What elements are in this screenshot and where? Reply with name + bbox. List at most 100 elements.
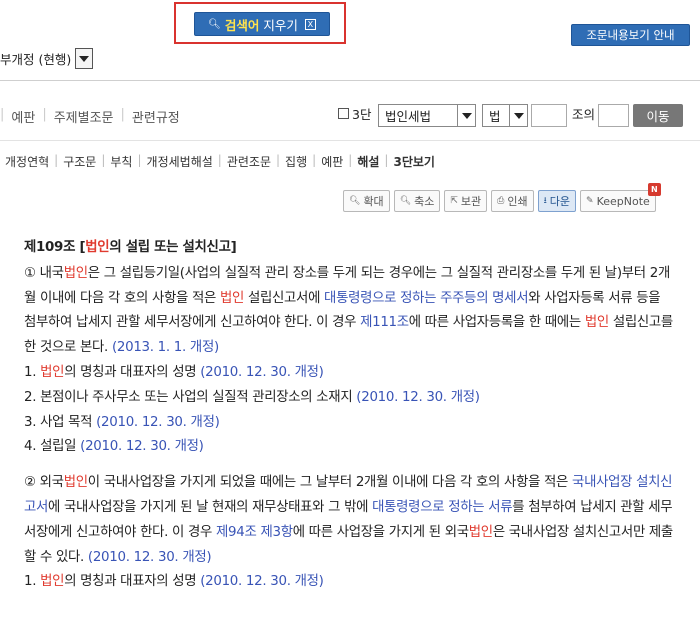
reference-link[interactable]: 제94조 제3항: [216, 525, 293, 540]
three-column-toggle[interactable]: 3단: [338, 104, 371, 123]
reference-link[interactable]: 제111조: [360, 315, 409, 330]
chevron-down-icon: [457, 105, 475, 126]
amendment-link[interactable]: (2010. 12. 30. 개정): [356, 390, 480, 405]
amendment-link[interactable]: (2010. 12. 30. 개정): [88, 550, 212, 565]
text: 의 명칭과 대표자의 성명: [64, 364, 201, 380]
text: 4. 설립일: [24, 439, 81, 455]
search-highlight: 법인: [40, 364, 65, 380]
tab-topic-articles[interactable]: 주제별조문: [47, 107, 121, 126]
divider: [0, 140, 700, 141]
search-highlight: 법인: [584, 315, 609, 331]
law-select-value: 법인세법: [385, 109, 432, 124]
zoom-out-label: 축소: [414, 195, 435, 208]
go-button[interactable]: 이동: [633, 104, 683, 127]
text: 이 국내사업장을 가지게 되었을 때에는 그 날부터 2개월 이내에 다음 각 …: [87, 475, 573, 491]
download-icon: ⭳: [543, 196, 547, 206]
text: 에 국내사업장을 가지게 된 날 현재의 재무상태표와 그 밖에: [48, 499, 373, 515]
close-icon: X: [304, 18, 316, 30]
subtab-three-column-view[interactable]: 3단보기: [388, 153, 439, 170]
zoom-in-button[interactable]: 🔍︎ 확대: [343, 190, 390, 212]
print-button[interactable]: ⎙ 인쇄: [491, 190, 534, 212]
search-highlight: 법인: [468, 524, 493, 540]
article-number-input[interactable]: [531, 104, 567, 127]
divider: [0, 80, 700, 81]
download-button[interactable]: ⭳ 다운: [537, 190, 577, 212]
text: 에 따른 사업장을 가지게 된 외국: [292, 524, 469, 540]
article-title-suffix: 의 설립 또는 설치신고]: [109, 240, 237, 255]
sub-tabs: 개정연혁 | 구조문 | 부칙 | 개정세법해설 | 관련조문 | 집행 | 예…: [0, 153, 440, 170]
save-button[interactable]: ⇱ 보관: [444, 190, 488, 212]
subtab-commentary[interactable]: 해설: [352, 153, 384, 170]
clear-search-button[interactable]: 🔍︎ 검색어 지우기 X: [194, 12, 330, 36]
law-type-select-value: 법: [489, 109, 501, 124]
text: 1.: [24, 364, 41, 380]
chevron-down-icon[interactable]: [75, 48, 94, 69]
save-label: 보관: [460, 195, 482, 208]
tab-precedents[interactable]: 예판: [4, 107, 42, 126]
search-icon: 🔍︎: [208, 18, 221, 30]
new-badge: N: [647, 183, 661, 196]
amendment-link[interactable]: (2010. 12. 30. 개정): [200, 574, 324, 589]
law-type-select[interactable]: 법: [482, 104, 528, 127]
print-icon: ⎙: [497, 196, 505, 206]
list-item: 1. 법인의 명칭과 대표자의 성명 (2010. 12. 30. 개정): [24, 570, 674, 595]
search-highlight: 법인: [63, 265, 88, 281]
pencil-icon: ✎: [586, 196, 594, 206]
text: 에 따른 사업자등록을 한 때에는: [408, 315, 585, 331]
view-article-guide-button[interactable]: 조문내용보기 안내: [571, 24, 690, 46]
chevron-down-icon: [509, 105, 527, 126]
article-suffix-label: 조의: [572, 107, 596, 122]
print-label: 인쇄: [507, 195, 528, 208]
zoom-out-icon: 🔍︎: [399, 196, 412, 206]
article-item-list-1: 1. 법인의 명칭과 대표자의 성명 (2010. 12. 30. 개정) 2.…: [24, 361, 674, 460]
keepnote-button[interactable]: ✎ KeepNote N: [580, 183, 661, 212]
search-clear-highlight-box: 🔍︎ 검색어 지우기 X: [174, 2, 346, 44]
amendment-link[interactable]: (2013. 1. 1. 개정): [112, 340, 219, 355]
article-title-prefix: 제109조 [: [24, 240, 86, 255]
list-item: 2. 본점이나 주사무소 또는 사업의 실질적 관리장소의 소재지 (2010.…: [24, 386, 674, 411]
subtab-revision-history[interactable]: 개정연혁: [0, 153, 54, 170]
article-toolbar: 🔍︎ 확대 🔍︎ 축소 ⇱ 보관 ⎙ 인쇄 ⭳ 다운 ✎ KeepNote N: [343, 183, 661, 212]
article-sub-number-input[interactable]: [598, 104, 629, 127]
nav-tabs: | 예판 | 주제별조문 | 관련규정: [0, 107, 187, 126]
zoom-out-button[interactable]: 🔍︎ 축소: [393, 190, 441, 212]
subtab-tax-law-commentary[interactable]: 개정세법해설: [142, 153, 218, 170]
revision-select[interactable]: 부개정 (현행): [0, 47, 94, 70]
article-paragraph-1: ① 내국법인은 그 설립등기일(사업의 실질적 관리 장소를 두게 되는 경우에…: [24, 262, 674, 361]
amendment-link[interactable]: (2010. 12. 30. 개정): [96, 415, 220, 430]
clear-search-label: 지우기: [263, 17, 298, 33]
clear-search-keyword: 검색어: [224, 17, 260, 33]
text: 설립신고서에: [244, 290, 325, 306]
three-column-checkbox[interactable]: [338, 108, 349, 119]
amendment-link[interactable]: (2010. 12. 30. 개정): [80, 439, 204, 454]
revision-select-value: 부개정 (현행): [0, 52, 72, 67]
subtab-precedents[interactable]: 예판: [316, 153, 348, 170]
subtab-related-articles[interactable]: 관련조문: [222, 153, 276, 170]
keepnote-label: KeepNote: [596, 194, 650, 208]
search-highlight: 법인: [63, 475, 88, 491]
list-item: 4. 설립일 (2010. 12. 30. 개정): [24, 435, 674, 460]
zoom-in-label: 확대: [363, 195, 384, 208]
text: 의 명칭과 대표자의 성명: [64, 574, 201, 590]
search-highlight: 법인: [85, 240, 110, 255]
list-item: 1. 법인의 명칭과 대표자의 성명 (2010. 12. 30. 개정): [24, 361, 674, 386]
tab-related-rules[interactable]: 관련규정: [125, 107, 187, 126]
text: ① 내국: [24, 265, 64, 281]
law-select[interactable]: 법인세법: [378, 104, 476, 127]
subtab-old-article[interactable]: 구조문: [58, 153, 101, 170]
search-highlight: 법인: [219, 290, 245, 306]
amendment-link[interactable]: (2010. 12. 30. 개정): [200, 365, 324, 380]
list-item: 3. 사업 목적 (2010. 12. 30. 개정): [24, 411, 674, 436]
text: 2. 본점이나 주사무소 또는 사업의 실질적 관리장소의 소재지: [24, 389, 357, 405]
text: 1.: [24, 574, 41, 590]
article-item-list-2: 1. 법인의 명칭과 대표자의 성명 (2010. 12. 30. 개정): [24, 570, 674, 595]
subtab-addenda[interactable]: 부칙: [105, 153, 137, 170]
external-link-icon: ⇱: [450, 196, 458, 206]
reference-link[interactable]: 대통령령으로 정하는 주주등의 명세서: [324, 291, 528, 306]
subtab-enforcement[interactable]: 집행: [280, 153, 312, 170]
search-highlight: 법인: [40, 574, 65, 590]
text: 3. 사업 목적: [24, 414, 97, 430]
reference-link[interactable]: 대통령령으로 정하는 서류: [372, 500, 512, 515]
article-title: 제109조 [법인의 설립 또는 설치신고]: [24, 236, 674, 261]
article-content: 제109조 [법인의 설립 또는 설치신고] ① 내국법인은 그 설립등기일(사…: [24, 236, 674, 595]
